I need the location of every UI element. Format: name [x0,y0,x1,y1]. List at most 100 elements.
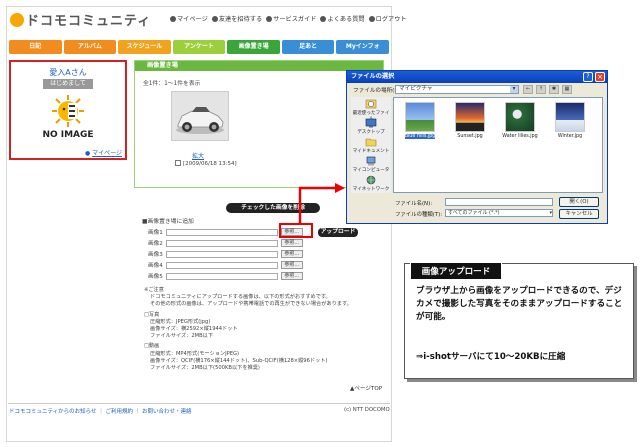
delete-checked-button[interactable]: チェックした画像を削除 [226,203,320,213]
browse-button[interactable]: 参照... [280,239,303,247]
file-name: Water lilies.jpg [502,134,538,139]
dialog-title: ファイルの選択 [347,71,607,83]
dialog-toolbar: ← ↑ ✱ ▦ [523,85,572,94]
browse-button[interactable]: 参照... [280,261,303,269]
link-bullet-icon [266,16,273,22]
tab-footprints[interactable]: 足あと [281,40,335,54]
tab-schedule[interactable]: スケジュール [118,40,171,54]
upload-button[interactable]: アップロード [318,228,358,237]
computer-icon [366,156,376,166]
link-bullet-icon [368,16,375,22]
help-icon[interactable]: ? [583,72,593,82]
tab-survey[interactable]: アンケート [172,40,226,54]
close-icon[interactable]: × [595,72,605,82]
desktop-icon [365,118,377,128]
upload-row-5: 画像5 参照... [148,272,303,280]
place-my-computer[interactable]: マイコンピュータ [351,156,391,173]
place-my-documents[interactable]: マイドキュメント [351,137,391,154]
top-link-logout[interactable]: ログアウト [368,14,407,23]
logo-mark-icon [10,13,24,27]
top-link-guide[interactable]: サービスガイド [266,14,316,23]
upload-row-label: 画像2 [148,241,163,247]
file-item[interactable]: Sunset.jpg [450,98,490,144]
file-thumbnail [555,102,585,132]
back-icon[interactable]: ← [523,85,533,94]
highlight-box [279,223,313,238]
profile-box: 愛入Aさん はじめまして NO IMAGE ● マイページ [9,60,127,160]
car-photo-thumbnail[interactable] [171,91,229,141]
look-in-select[interactable]: マイピクチャ ▾ [395,85,519,94]
result-count: 全1件：1〜1件を表示 [143,81,201,87]
tab-album[interactable]: アルバム [63,40,117,54]
file-chooser-dialog: ファイルの選択 ? × ファイルの場所(I): マイピクチャ ▾ ← ↑ ✱ ▦… [346,70,608,224]
upload-row-label: 画像4 [148,263,163,269]
places-bar: 最近使ったファイル デスクトップ マイドキュメント マイコンピュータ マイネット… [351,97,391,193]
tab-my-info[interactable]: Myインフォ [336,40,390,54]
file-thumbnail [405,102,435,132]
image-timestamp: [2009/06/18 13:54] [175,160,237,167]
tab-image-storage[interactable]: 画像置き場 [227,40,280,54]
view-menu-icon[interactable]: ▦ [562,85,572,94]
up-folder-icon[interactable]: ↑ [536,85,546,94]
link-bullet-icon [170,16,176,22]
page-top-link[interactable]: ▲ページTOP [350,384,382,392]
filetype-select[interactable]: すべてのファイル (*.*) ▾ [445,209,553,217]
filename-input[interactable] [445,198,553,206]
file-path-input[interactable] [165,272,278,280]
select-checkbox[interactable] [175,160,181,166]
file-name: Sunset.jpg [457,134,483,139]
file-path-input[interactable] [165,250,278,258]
file-name: Blue hills.jpg [404,134,436,139]
link-bullet-icon [211,16,218,22]
filename-label: ファイル名(N): [395,201,433,207]
profile-username[interactable]: 愛入Aさん [11,67,125,78]
folder-icon [365,138,377,147]
circle-arrow-icon: ● [85,150,91,157]
link-bullet-icon [320,16,327,22]
callout-heading: 画像アップロード [410,262,502,280]
upload-row-4: 画像4 参照... [148,261,303,269]
file-thumbnail [455,102,485,132]
place-network[interactable]: マイネットワーク [351,175,391,192]
browse-button[interactable]: 参照... [280,272,303,280]
network-icon [366,175,376,185]
enlarge-link[interactable]: 拡大 [192,151,204,160]
add-images-heading: ■画像置き場に追加 [142,219,194,225]
no-image-label: NO IMAGE [42,130,94,140]
open-button[interactable]: 開く(O) [559,197,599,207]
file-path-input[interactable] [165,239,278,247]
tab-diary[interactable]: 日記 [9,40,62,54]
top-link-faq[interactable]: よくある質問 [320,14,365,23]
profile-badge: はじめまして [43,79,93,89]
look-in-label: ファイルの場所(I): [353,88,401,94]
file-item[interactable]: Water lilies.jpg [500,98,540,144]
filetype-label: ファイルの種類(T): [395,212,443,218]
file-path-input[interactable] [165,228,278,236]
profile-mypage-link[interactable]: ● マイページ [85,148,122,157]
upload-row-label: 画像3 [148,252,163,258]
callout-note: ⇒i-shotサーバにて10〜20KBに圧縮 [416,352,566,362]
top-link-mypage[interactable]: マイページ [170,14,208,23]
main-nav: 日記 アルバム スケジュール アンケート 画像置き場 足あと Myインフォ [9,40,390,54]
file-list: Blue hills.jpg Sunset.jpg Water lilies.j… [393,97,603,193]
site-logo[interactable]: ドコモコミュニティ [10,10,151,29]
footer-links[interactable]: ドコモコミュニティからのお知らせ ｜ ご利用規約 ｜ お問い合わせ・連絡 [9,407,192,415]
cancel-button[interactable]: キャンセル [559,209,599,219]
file-thumbnail [505,102,535,132]
new-folder-icon[interactable]: ✱ [549,85,559,94]
chevron-down-icon: ▾ [549,210,552,216]
browse-button[interactable]: 参照... [280,250,303,258]
chevron-down-icon: ▾ [510,86,518,93]
default-avatar-icon [52,95,84,127]
file-item[interactable]: Winter.jpg [550,98,590,144]
recent-files-icon [365,99,377,109]
place-desktop[interactable]: デスクトップ [351,118,391,135]
upload-row-2: 画像2 参照... [148,239,303,247]
upload-row-3: 画像3 参照... [148,250,303,258]
footer-divider [8,403,390,404]
upload-row-label: 画像1 [148,230,163,236]
file-item[interactable]: Blue hills.jpg [400,98,440,144]
upload-notes: ※ご注意 ドコモコミュニティにアップロードする画像は、以下の形式がおすすめです。… [144,287,352,372]
file-path-input[interactable] [165,261,278,269]
top-link-invite[interactable]: 友達を招待する [211,14,262,23]
